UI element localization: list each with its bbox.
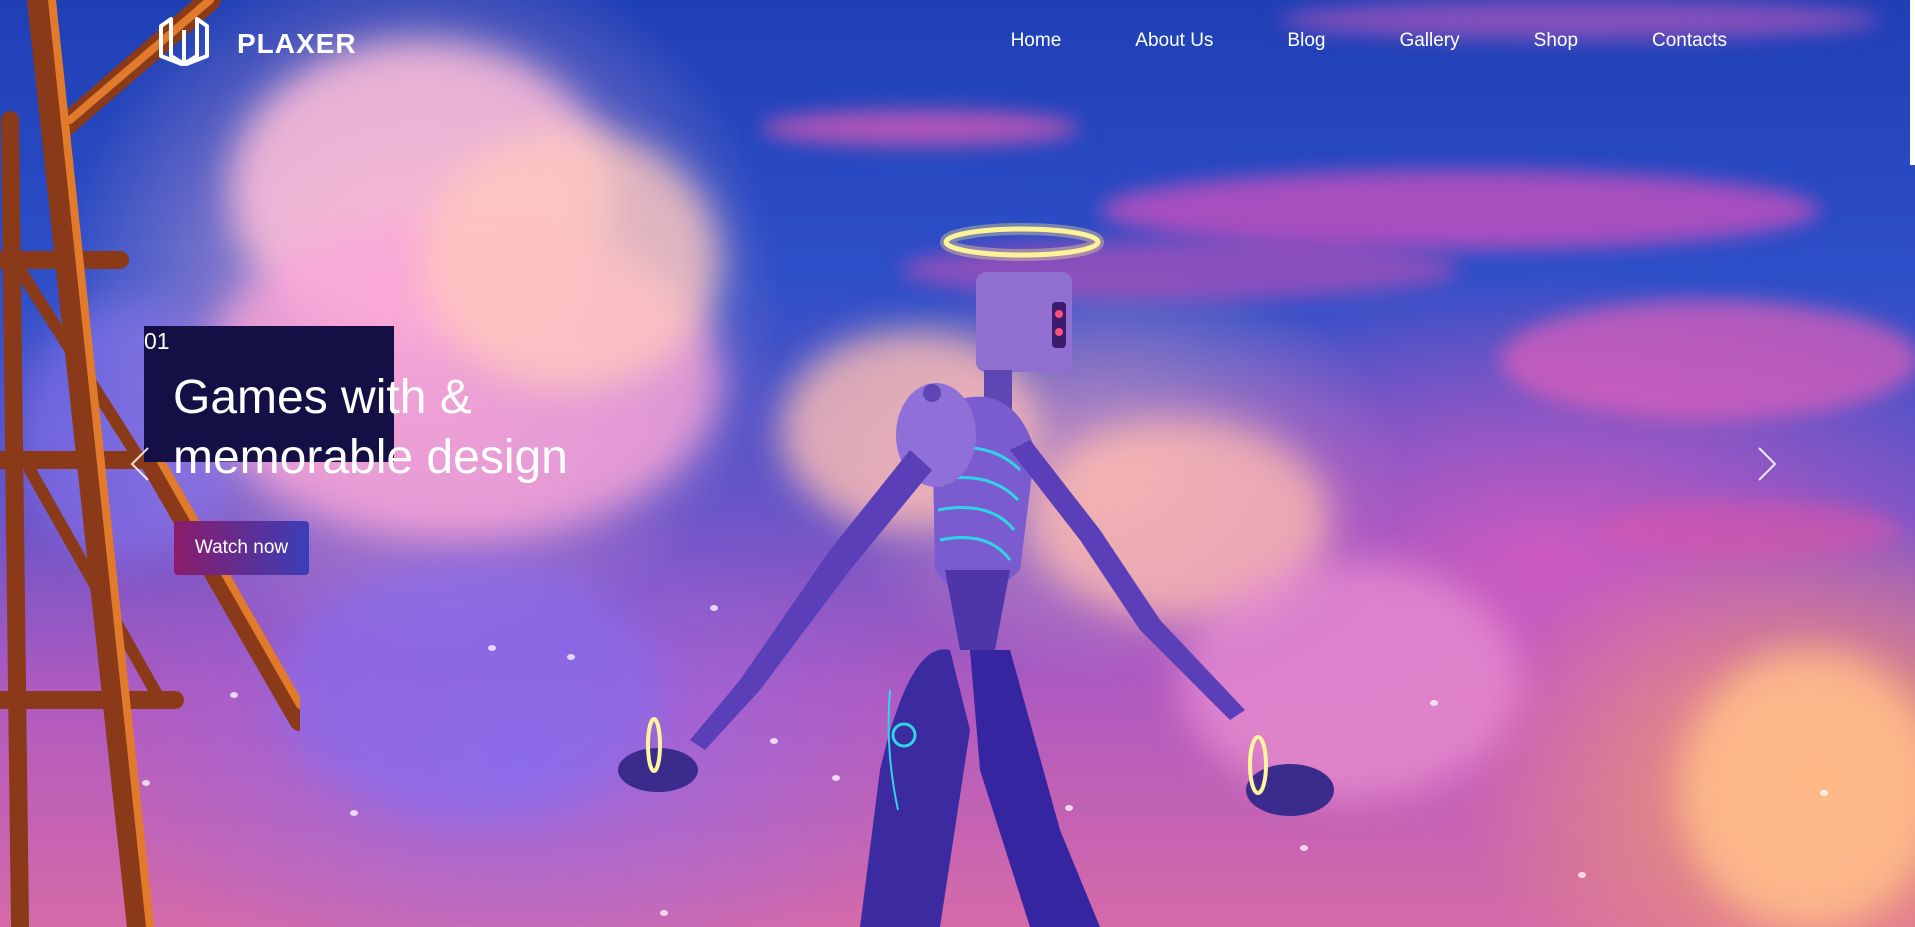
watch-now-button[interactable]: Watch now (174, 521, 309, 575)
snow-particle (1430, 700, 1438, 706)
robot-figure (618, 223, 1334, 927)
snow-particle (1578, 872, 1586, 878)
slide-title: Games with & memorable design (173, 368, 693, 488)
nav-item-contacts[interactable]: Contacts (1652, 30, 1727, 52)
slide-number: 01 (144, 328, 170, 354)
slider-next-button[interactable] (1755, 446, 1779, 482)
chevron-right-icon (1758, 447, 1777, 481)
brand-logo[interactable]: PLAXER (155, 16, 357, 71)
nav-item-about-us[interactable]: About Us (1135, 30, 1213, 52)
sky-streak (1500, 300, 1915, 420)
nav-item-shop[interactable]: Shop (1534, 30, 1578, 52)
plaxer-logo-icon (155, 16, 213, 71)
snow-particle (1820, 790, 1828, 796)
nav-item-gallery[interactable]: Gallery (1399, 30, 1459, 52)
slide-title-line-2: memorable design (173, 431, 568, 484)
snow-particle (350, 810, 358, 816)
chevron-left-icon (130, 447, 149, 481)
scrollbar-thumb[interactable] (1910, 0, 1915, 165)
sky-streak (1600, 500, 1900, 560)
nav-item-blog[interactable]: Blog (1287, 30, 1325, 52)
sky-streak (760, 110, 1080, 146)
nav-item-home[interactable]: Home (1011, 30, 1062, 52)
slide-title-line-1: Games with & (173, 371, 472, 424)
snow-particle (488, 645, 496, 651)
slider-prev-button[interactable] (128, 446, 152, 482)
main-nav: Home About Us Blog Gallery Shop Contacts (1011, 30, 1727, 52)
cloud (1680, 650, 1915, 927)
brand-name: PLAXER (237, 27, 357, 59)
